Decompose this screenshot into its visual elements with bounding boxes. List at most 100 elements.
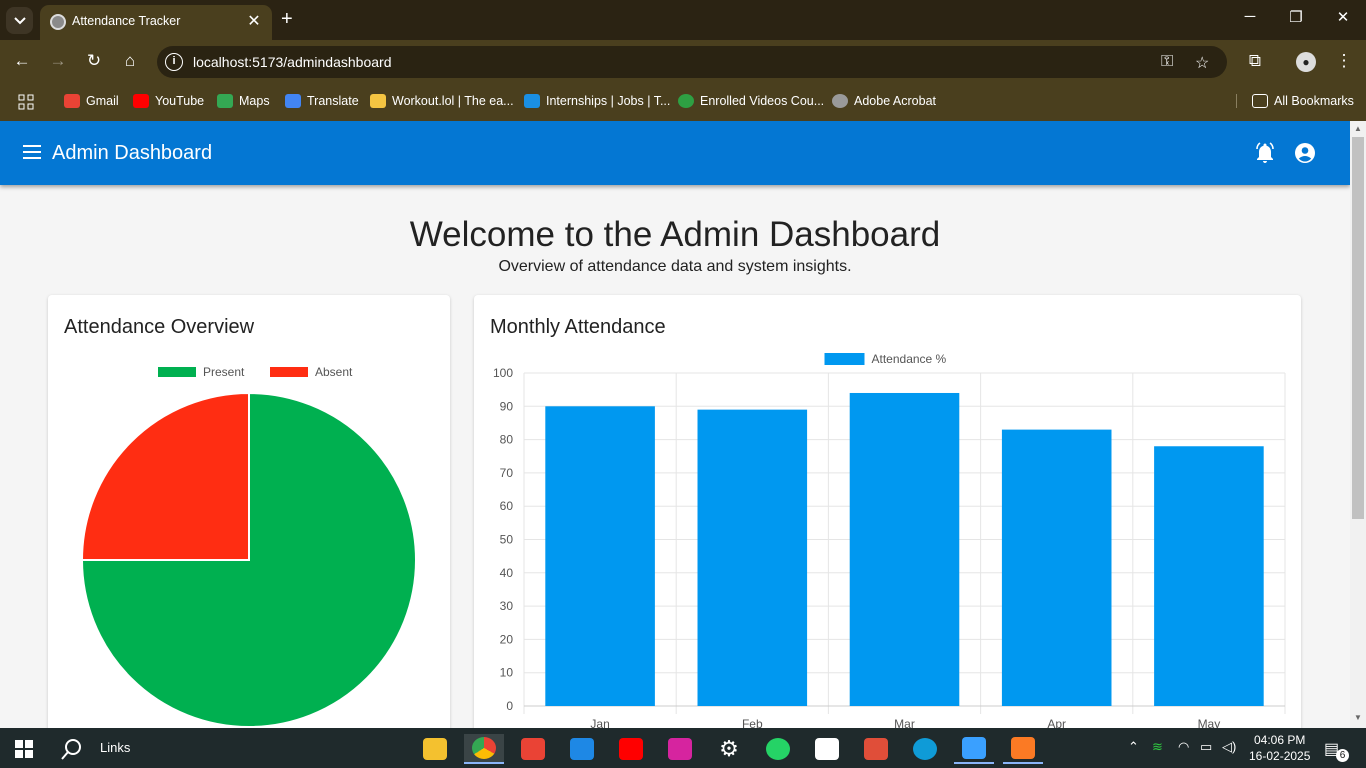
bookmark-label: Adobe Acrobat (854, 94, 937, 108)
notification-count-badge: 6 (1336, 749, 1349, 762)
legend-swatch (824, 353, 865, 365)
volume-icon[interactable]: ◁) (1222, 739, 1236, 755)
youtube-icon (133, 94, 149, 108)
legend-label: Absent (315, 365, 353, 379)
bookmarks-bar: Gmail YouTube Maps Translate Workout.lol… (0, 85, 1366, 121)
bookmark-maps[interactable]: Maps (217, 94, 270, 108)
restore-button[interactable]: ❐ (1273, 8, 1319, 26)
scroll-down-arrow[interactable]: ▼ (1354, 713, 1362, 722)
chevron-down-icon (13, 16, 26, 24)
taskbar-notion[interactable] (807, 734, 847, 764)
taskbar-chrome[interactable] (464, 734, 504, 764)
x-tick-label: Apr (1047, 717, 1066, 728)
browser-tab-bar: Attendance Tracker ✕ + ─ ❐ ✕ (0, 0, 1366, 40)
internshala-icon (524, 94, 540, 108)
taskbar-vscode[interactable] (562, 734, 602, 764)
taskbar-youtube[interactable] (611, 734, 651, 764)
bookmark-workout[interactable]: Workout.lol | The ea... (370, 94, 514, 108)
forward-button[interactable]: → (46, 51, 70, 71)
key-icon[interactable]: ⚿ (1161, 53, 1173, 71)
taskbar-file-explorer[interactable] (415, 734, 455, 764)
x-tick-label: May (1198, 717, 1221, 728)
menu-icon[interactable]: ⋮ (1332, 51, 1356, 71)
taskbar-app[interactable] (856, 734, 896, 764)
bookmark-label: Translate (307, 94, 359, 108)
xampp-icon (1011, 737, 1035, 759)
whatsapp-icon (766, 738, 790, 760)
scroll-thumb[interactable] (1352, 137, 1364, 519)
reload-button[interactable]: ↻ (82, 51, 106, 71)
apps-icon[interactable] (18, 94, 34, 110)
home-button[interactable]: ⌂ (118, 51, 142, 71)
bar-apr (1001, 429, 1112, 706)
app-header: Admin Dashboard (0, 121, 1350, 185)
taskbar-instagram[interactable] (660, 734, 700, 764)
tab-title: Attendance Tracker (72, 14, 181, 28)
all-bookmarks[interactable]: All Bookmarks (1236, 94, 1354, 108)
y-tick-label: 80 (500, 433, 514, 447)
taskbar-edge[interactable] (905, 734, 945, 764)
close-window-button[interactable]: ✕ (1320, 8, 1366, 26)
y-tick-label: 50 (500, 533, 514, 547)
chrome-icon (472, 737, 496, 759)
wifi-icon[interactable]: ◠ (1178, 739, 1189, 755)
bookmark-label: Internships | Jobs | T... (546, 94, 671, 108)
browser-toolbar: ← → ↻ ⌂ i localhost:5173/admindashboard … (0, 40, 1366, 85)
notification-bell-icon[interactable] (1253, 141, 1277, 165)
bar-feb (697, 409, 808, 706)
url-text[interactable]: localhost:5173/admindashboard (193, 54, 391, 70)
tray-overflow-icon[interactable]: ⌃ (1128, 739, 1139, 755)
bookmark-label: Workout.lol | The ea... (392, 94, 514, 108)
legend-label: Present (203, 365, 245, 379)
bookmark-enrolled-videos[interactable]: Enrolled Videos Cou... (678, 94, 824, 108)
y-tick-label: 20 (500, 632, 514, 646)
bar-mar (849, 392, 960, 706)
browser-tab[interactable]: Attendance Tracker ✕ (40, 5, 272, 40)
search-label[interactable]: Links (100, 740, 130, 755)
start-button[interactable] (4, 734, 44, 764)
taskbar-xampp[interactable] (1003, 734, 1043, 764)
bookmark-internships[interactable]: Internships | Jobs | T... (524, 94, 670, 108)
new-tab-button[interactable]: + (281, 8, 293, 31)
tab-search-button[interactable] (6, 7, 33, 34)
star-icon[interactable]: ☆ (1195, 53, 1209, 73)
scroll-up-arrow[interactable]: ▲ (1354, 124, 1362, 133)
y-tick-label: 60 (500, 499, 514, 513)
windows-logo-icon (15, 740, 33, 758)
app-icon (864, 738, 888, 760)
clock-date: 16-02-2025 (1249, 749, 1311, 763)
card-title: Attendance Overview (64, 316, 255, 338)
bookmark-label: Enrolled Videos Cou... (700, 94, 825, 108)
x-tick-label: Jan (590, 717, 609, 728)
bookmark-adobe-acrobat[interactable]: Adobe Acrobat (832, 94, 936, 108)
bookmark-translate[interactable]: Translate (285, 94, 359, 108)
minimize-button[interactable]: ─ (1227, 8, 1273, 25)
tray-app-icon[interactable]: ≋ (1152, 739, 1163, 755)
taskbar-clock[interactable]: 04:06 PM 16-02-2025 (1249, 732, 1310, 764)
account-circle-icon[interactable] (1293, 141, 1317, 165)
profile-avatar[interactable]: ● (1296, 52, 1316, 72)
legend-swatch (158, 367, 196, 377)
search-button[interactable] (52, 734, 92, 764)
hamburger-menu-icon[interactable] (23, 145, 41, 159)
app-title: Admin Dashboard (52, 142, 213, 164)
bookmark-gmail[interactable]: Gmail (64, 94, 119, 108)
site-info-icon[interactable]: i (165, 53, 183, 71)
extensions-icon[interactable]: ⧉ (1243, 51, 1267, 71)
taskbar-settings[interactable]: ⚙ (709, 734, 749, 764)
x-tick-label: Feb (742, 717, 763, 728)
monthly-attendance-bar-chart: Attendance % 0 10 20 30 40 50 60 70 80 90 100 Jan Feb… (493, 352, 1286, 728)
bookmark-youtube[interactable]: YouTube (133, 94, 204, 108)
globe-icon (832, 94, 848, 108)
attendance-overview-card: Attendance Overview Present Absent (48, 295, 450, 728)
taskbar-gmail[interactable] (513, 734, 553, 764)
taskbar-whatsapp[interactable] (758, 734, 798, 764)
page-scrollbar[interactable]: ▲ ▼ (1350, 121, 1366, 728)
taskbar-photos[interactable] (954, 734, 994, 764)
edge-icon (913, 738, 937, 760)
battery-icon[interactable]: ▭ (1200, 739, 1212, 755)
back-button[interactable]: ← (10, 51, 34, 71)
address-bar[interactable]: i localhost:5173/admindashboard ⚿ ☆ (157, 46, 1227, 78)
close-tab-icon[interactable]: ✕ (244, 11, 264, 31)
all-bookmarks-label: All Bookmarks (1274, 94, 1354, 108)
